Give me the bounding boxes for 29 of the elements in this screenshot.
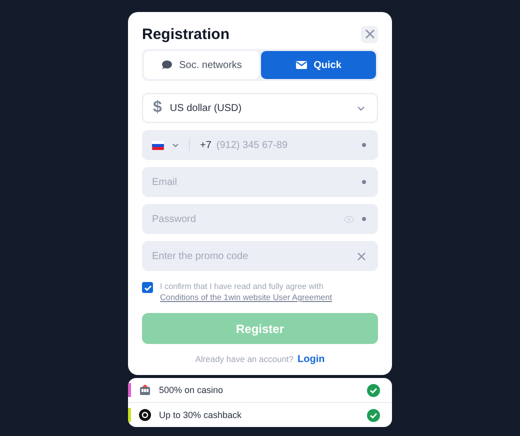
- slot-machine-icon: [139, 384, 151, 396]
- agreement-link[interactable]: Conditions of the 1win website User Agreement: [160, 292, 332, 303]
- tab[interactable]: Quick: [261, 51, 376, 79]
- bonus-text: Up to 30% cashback: [159, 410, 242, 420]
- dollar-sign: $: [153, 99, 162, 117]
- email-placeholder: Email: [152, 176, 178, 188]
- phone-field[interactable]: +7 (912) 345 67-89: [142, 130, 378, 160]
- agreement-text: I confirm that I have read and fully agree with Conditions of the 1win website User Agreement: [160, 281, 332, 303]
- phone-code: +7: [200, 140, 212, 150]
- checkbox[interactable]: [142, 282, 153, 293]
- close-icon: [364, 29, 374, 39]
- cashback-icon: [139, 409, 151, 421]
- phone-placeholder: (912) 345 67-89: [216, 140, 288, 150]
- chat-icon: [161, 60, 172, 70]
- login-prompt: Already have an account?: [195, 354, 294, 364]
- clear-icon: [357, 252, 366, 260]
- currency-select[interactable]: $ US dollar (USD): [142, 93, 378, 123]
- mail-icon: [296, 61, 307, 69]
- promo-code-placeholder: Enter the promo code: [152, 250, 248, 262]
- dialog-title: Registration: [142, 26, 230, 42]
- chevron-icon: [357, 106, 365, 110]
- password-placeholder: Password: [152, 214, 196, 224]
- currency-value: US dollar (USD): [170, 102, 242, 114]
- bonus-text: 500% on casino: [159, 385, 224, 395]
- tab[interactable]: Soc. networks: [144, 51, 259, 79]
- close-button[interactable]: [361, 26, 378, 42]
- chevron-icon: [172, 142, 179, 148]
- login-link[interactable]: Login: [298, 354, 325, 365]
- flag-icon: [152, 140, 164, 150]
